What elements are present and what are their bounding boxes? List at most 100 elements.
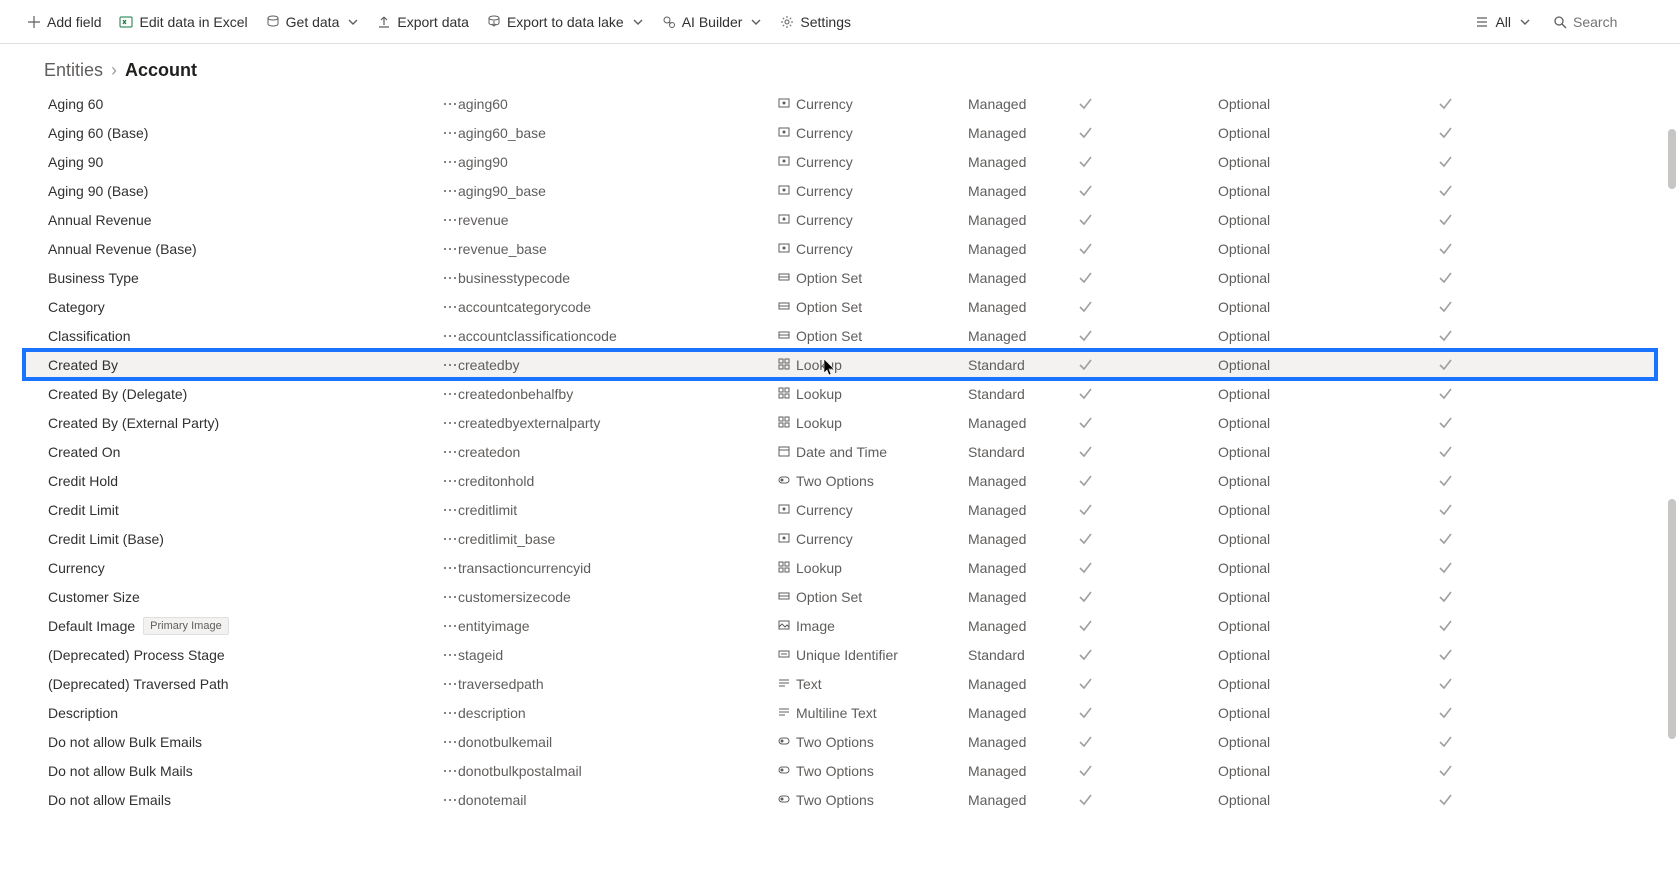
table-row[interactable]: Business TypebusinesstypecodeOption SetM… — [24, 263, 1656, 292]
view-filter-button[interactable]: All — [1466, 8, 1540, 36]
scrollbar-thumb[interactable] — [1668, 499, 1676, 739]
more-actions-icon[interactable] — [442, 676, 458, 692]
field-schema-name: traversedpath — [458, 676, 778, 692]
field-requirement: Optional — [1218, 328, 1438, 344]
field-type: Currency — [778, 96, 968, 112]
table-row[interactable]: Aging 60aging60CurrencyManagedOptional — [24, 89, 1656, 118]
more-actions-icon[interactable] — [442, 125, 458, 141]
more-actions-icon[interactable] — [442, 270, 458, 286]
table-row[interactable]: Do not allow Bulk EmailsdonotbulkemailTw… — [24, 727, 1656, 756]
field-mode: Managed — [968, 212, 1078, 228]
customizable-check-icon — [1078, 706, 1218, 720]
more-actions-icon[interactable] — [442, 792, 458, 808]
more-actions-icon[interactable] — [442, 386, 458, 402]
more-actions-icon[interactable] — [442, 763, 458, 779]
field-display-name: Credit Limit (Base) — [48, 531, 458, 547]
table-row[interactable]: Annual RevenuerevenueCurrencyManagedOpti… — [24, 205, 1656, 234]
field-schema-name: createdby — [458, 357, 778, 373]
add-field-button[interactable]: Add field — [18, 8, 110, 36]
table-row[interactable]: Created By (External Party)createdbyexte… — [24, 408, 1656, 437]
customizable-check-icon — [1078, 213, 1218, 227]
type-icon — [778, 444, 790, 460]
table-row[interactable]: Default ImagePrimary ImageentityimageIma… — [24, 611, 1656, 640]
more-actions-icon[interactable] — [442, 357, 458, 373]
table-row[interactable]: Annual Revenue (Base)revenue_baseCurrenc… — [24, 234, 1656, 263]
field-type: Two Options — [778, 763, 968, 779]
search-box[interactable] — [1544, 8, 1662, 36]
database-icon — [266, 15, 280, 29]
field-requirement: Optional — [1218, 792, 1438, 808]
field-mode: Managed — [968, 618, 1078, 634]
field-mode: Managed — [968, 154, 1078, 170]
edit-excel-button[interactable]: Edit data in Excel — [110, 8, 256, 36]
table-row[interactable]: Created By (Delegate)createdonbehalfbyLo… — [24, 379, 1656, 408]
table-row[interactable]: Created OncreatedonDate and TimeStandard… — [24, 437, 1656, 466]
settings-button[interactable]: Settings — [771, 8, 860, 36]
table-row[interactable]: DescriptiondescriptionMultiline TextMana… — [24, 698, 1656, 727]
table-row[interactable]: Customer SizecustomersizecodeOption SetM… — [24, 582, 1656, 611]
field-type: Lookup — [778, 357, 968, 373]
table-row[interactable]: Credit Limit (Base)creditlimit_baseCurre… — [24, 524, 1656, 553]
field-mode: Managed — [968, 270, 1078, 286]
table-row[interactable]: Credit LimitcreditlimitCurrencyManagedOp… — [24, 495, 1656, 524]
field-schema-name: creditonhold — [458, 473, 778, 489]
more-actions-icon[interactable] — [442, 473, 458, 489]
table-row[interactable]: Created BycreatedbyLookupStandardOptiona… — [24, 350, 1656, 379]
field-type: Option Set — [778, 270, 968, 286]
more-actions-icon[interactable] — [442, 299, 458, 315]
table-row[interactable]: CurrencytransactioncurrencyidLookupManag… — [24, 553, 1656, 582]
customizable-check-icon — [1078, 184, 1218, 198]
field-type: Currency — [778, 125, 968, 141]
get-data-button[interactable]: Get data — [257, 8, 369, 36]
export-data-button[interactable]: Export data — [368, 8, 478, 36]
field-mode: Managed — [968, 473, 1078, 489]
more-actions-icon[interactable] — [442, 328, 458, 344]
more-actions-icon[interactable] — [442, 154, 458, 170]
table-row[interactable]: CategoryaccountcategorycodeOption SetMan… — [24, 292, 1656, 321]
more-actions-icon[interactable] — [442, 618, 458, 634]
more-actions-icon[interactable] — [442, 183, 458, 199]
more-actions-icon[interactable] — [442, 241, 458, 257]
more-actions-icon[interactable] — [442, 647, 458, 663]
table-row[interactable]: Aging 90 (Base)aging90_baseCurrencyManag… — [24, 176, 1656, 205]
searchable-check-icon — [1438, 532, 1498, 546]
more-actions-icon[interactable] — [442, 531, 458, 547]
table-row[interactable]: ClassificationaccountclassificationcodeO… — [24, 321, 1656, 350]
field-type: Lookup — [778, 415, 968, 431]
table-row[interactable]: Do not allow Bulk Mailsdonotbulkpostalma… — [24, 756, 1656, 785]
table-row[interactable]: (Deprecated) Traversed Pathtraversedpath… — [24, 669, 1656, 698]
gear-icon — [780, 15, 794, 29]
field-display-name: Description — [48, 705, 458, 721]
table-row[interactable]: Aging 90aging90CurrencyManagedOptional — [24, 147, 1656, 176]
more-actions-icon[interactable] — [442, 560, 458, 576]
table-row[interactable]: (Deprecated) Process StagestageidUnique … — [24, 640, 1656, 669]
more-actions-icon[interactable] — [442, 415, 458, 431]
more-actions-icon[interactable] — [442, 96, 458, 112]
more-actions-icon[interactable] — [442, 212, 458, 228]
table-row[interactable]: Credit HoldcreditonholdTwo OptionsManage… — [24, 466, 1656, 495]
table-row[interactable]: Do not allow EmailsdonotemailTwo Options… — [24, 785, 1656, 814]
settings-label: Settings — [800, 14, 851, 30]
more-actions-icon[interactable] — [442, 734, 458, 750]
field-requirement: Optional — [1218, 270, 1438, 286]
type-icon — [778, 618, 790, 634]
export-lake-button[interactable]: Export to data lake — [478, 8, 653, 36]
more-actions-icon[interactable] — [442, 589, 458, 605]
field-schema-name: donotbulkemail — [458, 734, 778, 750]
field-type: Lookup — [778, 386, 968, 402]
field-display-name: Aging 90 (Base) — [48, 183, 458, 199]
field-mode: Managed — [968, 328, 1078, 344]
search-input[interactable] — [1573, 14, 1653, 30]
field-schema-name: createdbyexternalparty — [458, 415, 778, 431]
table-row[interactable]: Aging 60 (Base)aging60_baseCurrencyManag… — [24, 118, 1656, 147]
breadcrumb: Entities › Account — [0, 44, 1680, 89]
breadcrumb-root[interactable]: Entities — [44, 60, 103, 81]
searchable-check-icon — [1438, 242, 1498, 256]
more-actions-icon[interactable] — [442, 444, 458, 460]
scrollbar-thumb[interactable] — [1668, 129, 1676, 189]
more-actions-icon[interactable] — [442, 705, 458, 721]
ai-builder-button[interactable]: AI Builder — [653, 8, 772, 36]
type-icon — [778, 154, 790, 170]
field-requirement: Optional — [1218, 96, 1438, 112]
more-actions-icon[interactable] — [442, 502, 458, 518]
